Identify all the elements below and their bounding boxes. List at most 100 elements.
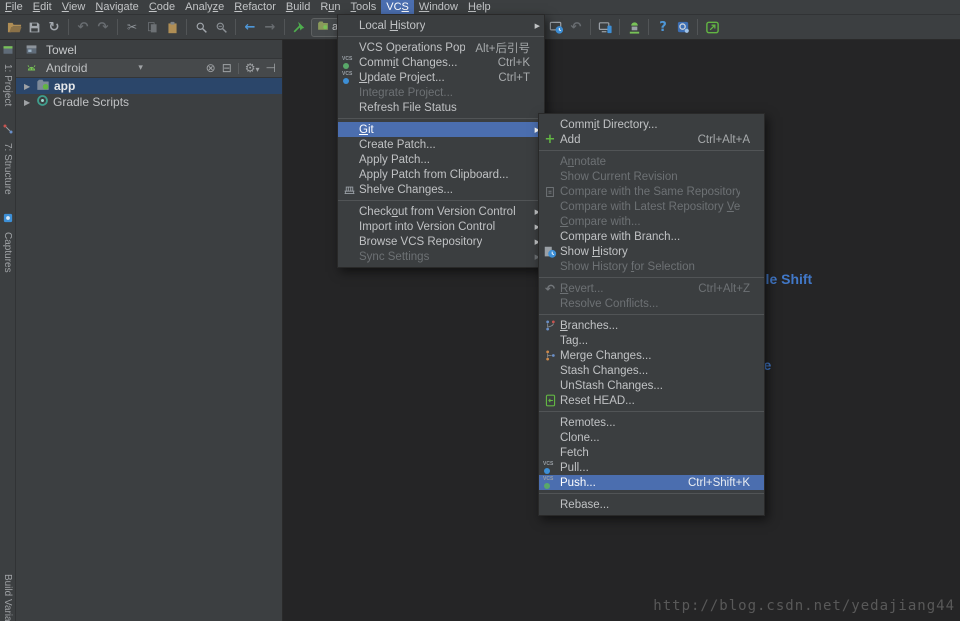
tool-window-button-1-project[interactable]: 1: Project <box>2 43 14 106</box>
avd-manager-icon[interactable] <box>595 17 615 37</box>
save-all-icon[interactable] <box>24 17 44 37</box>
menu-item-local-history[interactable]: Local History▶ <box>338 18 544 33</box>
menu-item-pull[interactable]: VCSPull... <box>539 460 764 475</box>
menubar-item-build[interactable]: Build <box>281 0 315 14</box>
tree-row-gradle-scripts[interactable]: ▶Gradle Scripts <box>16 94 282 110</box>
hide-panel-icon[interactable]: ⊣ <box>266 61 276 75</box>
menubar-item-run[interactable]: Run <box>315 0 345 14</box>
menu-item-apply-patch-from-clipboard[interactable]: Apply Patch from Clipboard... <box>338 167 544 182</box>
menu-icon-slot <box>340 219 358 234</box>
build-icon[interactable] <box>289 17 309 37</box>
menu-item-stash-changes[interactable]: Stash Changes... <box>539 363 764 378</box>
cut-icon[interactable]: ✂ <box>122 17 142 37</box>
menubar-item-vcs[interactable]: VCS <box>381 0 414 14</box>
menu-item-rebase[interactable]: Rebase... <box>539 497 764 512</box>
menu-item-compare-with: Compare with... <box>539 214 764 229</box>
menubar-item-refactor[interactable]: Refactor <box>229 0 281 14</box>
menubar-item-edit[interactable]: Edit <box>28 0 57 14</box>
menu-item-vcs-operations-popup[interactable]: VCS Operations Popup...Alt+后引号 <box>338 40 544 55</box>
device-monitor-icon[interactable] <box>702 17 722 37</box>
menu-item-label: Tag... <box>560 335 588 347</box>
tool-window-button-captures[interactable]: Captures <box>2 211 14 273</box>
menu-item-shortcut: Alt+后引号 <box>465 40 530 56</box>
menu-item-label: Show History for Selection <box>560 261 695 273</box>
menu-item-fetch[interactable]: Fetch <box>539 445 764 460</box>
gradle-sync-icon[interactable] <box>673 17 693 37</box>
menu-item-create-patch[interactable]: Create Patch... <box>338 137 544 152</box>
project-view-selector[interactable]: Android <box>46 61 87 75</box>
menu-item-update-project[interactable]: VCSUpdate Project...Ctrl+T <box>338 70 544 85</box>
menu-item-branches[interactable]: Branches... <box>539 318 764 333</box>
tool-window-button-build-variants[interactable]: Build Variants <box>2 574 13 621</box>
open-file-icon[interactable] <box>4 17 24 37</box>
menubar-item-tools[interactable]: Tools <box>346 0 382 14</box>
window-history-icon[interactable] <box>546 17 566 37</box>
undo2-icon[interactable]: ↶ <box>566 17 586 37</box>
menubar-item-navigate[interactable]: Navigate <box>90 0 143 14</box>
paste-icon[interactable] <box>162 17 182 37</box>
project-window-icon <box>22 42 40 57</box>
menu-item-show-history[interactable]: Show History <box>539 244 764 259</box>
menu-item-merge-changes[interactable]: Merge Changes... <box>539 348 764 363</box>
menu-item-remotes[interactable]: Remotes... <box>539 415 764 430</box>
sdk-manager-icon[interactable] <box>624 17 644 37</box>
expand-arrow-icon[interactable]: ▶ <box>24 82 32 91</box>
menu-item-clone[interactable]: Clone... <box>539 430 764 445</box>
menu-item-browse-vcs-repository[interactable]: Browse VCS Repository▶ <box>338 234 544 249</box>
menu-item-label: Update Project... <box>359 72 445 84</box>
expand-arrow-icon[interactable]: ▶ <box>24 98 32 107</box>
menu-item-label: Reset HEAD... <box>560 395 635 407</box>
menubar-item-view[interactable]: View <box>57 0 91 14</box>
menu-item-reset-head[interactable]: Reset HEAD... <box>539 393 764 408</box>
menu-item-label: Checkout from Version Control <box>359 206 516 218</box>
menu-item-add[interactable]: +AddCtrl+Alt+A <box>539 132 764 147</box>
menubar-item-window[interactable]: Window <box>414 0 463 14</box>
find-icon[interactable] <box>191 17 211 37</box>
tree-row-app[interactable]: ▶app <box>16 78 282 94</box>
copy-icon[interactable] <box>142 17 162 37</box>
menubar-item-file[interactable]: File <box>0 0 28 14</box>
menu-item-label: Import into Version Control <box>359 221 495 233</box>
forward-icon[interactable]: → <box>260 17 280 37</box>
gear-icon[interactable]: ⚙▾ <box>245 61 260 75</box>
header-divider <box>238 63 239 74</box>
collapse-all-icon[interactable]: ⊟ <box>222 61 232 75</box>
menu-item-unstash-changes[interactable]: UnStash Changes... <box>539 378 764 393</box>
tool-window-button-7-structure[interactable]: 7: Structure <box>2 122 14 195</box>
close-circle-icon[interactable]: ⊗ <box>206 61 216 75</box>
sync-icon[interactable]: ↻ <box>44 17 64 37</box>
redo-icon[interactable]: ↷ <box>93 17 113 37</box>
menu-item-commit-directory[interactable]: Commit Directory... <box>539 117 764 132</box>
menu-item-label: Compare with the Same Repository Version <box>560 186 740 198</box>
editor-tip-fragment: ble Shift <box>757 271 812 287</box>
menubar-item-code[interactable]: Code <box>144 0 180 14</box>
menu-item-commit-changes[interactable]: VCSCommit Changes...Ctrl+K <box>338 55 544 70</box>
undo-icon[interactable]: ↶ <box>73 17 93 37</box>
menu-item-apply-patch[interactable]: Apply Patch... <box>338 152 544 167</box>
menu-item-label: Rebase... <box>560 499 609 511</box>
menu-item-git[interactable]: Git▶ <box>338 122 544 137</box>
add-icon: + <box>541 132 559 147</box>
menubar-item-help[interactable]: Help <box>463 0 496 14</box>
menu-item-checkout-from-version-control[interactable]: Checkout from Version Control▶ <box>338 204 544 219</box>
replace-icon[interactable] <box>211 17 231 37</box>
menu-item-label: Apply Patch... <box>359 154 430 166</box>
menu-icon-slot <box>541 229 559 244</box>
project-header-actions: ⊗ ⊟ ⚙▾ ⊣ <box>206 61 276 75</box>
menu-item-shelve-changes[interactable]: Shelve Changes... <box>338 182 544 197</box>
menu-item-import-into-version-control[interactable]: Import into Version Control▶ <box>338 219 544 234</box>
chevron-down-icon[interactable]: ▾ <box>138 64 143 73</box>
menubar-item-analyze[interactable]: Analyze <box>180 0 229 14</box>
back-icon[interactable]: ← <box>240 17 260 37</box>
menu-item-compare-with-branch[interactable]: Compare with Branch... <box>539 229 764 244</box>
menu-item-push[interactable]: VCSPush...Ctrl+Shift+K <box>539 475 764 490</box>
menu-item-label: Revert... <box>560 283 603 295</box>
help-icon[interactable]: ? <box>653 17 673 37</box>
menu-item-label: Compare with Branch... <box>560 231 680 243</box>
menu-item-refresh-file-status[interactable]: Refresh File Status <box>338 100 544 115</box>
menu-icon-slot <box>541 259 559 274</box>
menu-icon-slot <box>541 154 559 169</box>
menu-item-tag[interactable]: Tag... <box>539 333 764 348</box>
project-view-header[interactable]: Android ▾ ⊗ ⊟ ⚙▾ ⊣ <box>16 58 282 78</box>
run-config-icon <box>317 20 329 35</box>
